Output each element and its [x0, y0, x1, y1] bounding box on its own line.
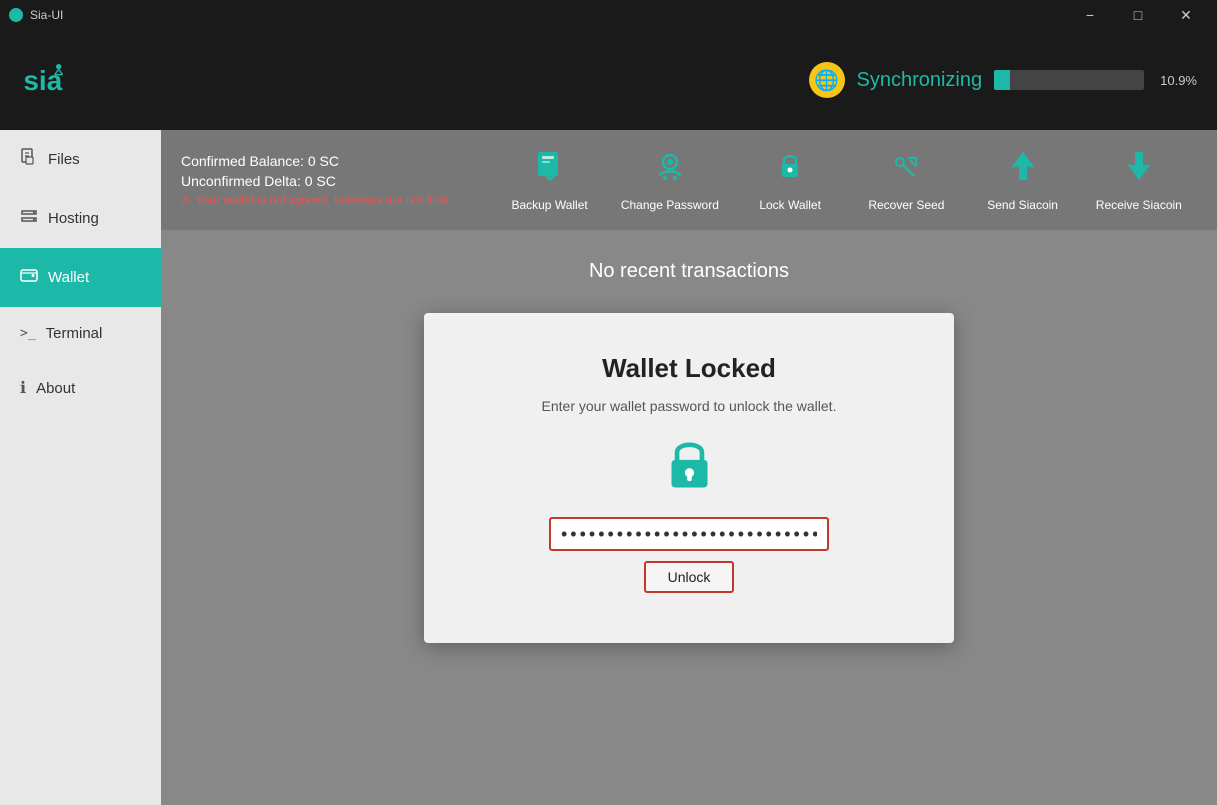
maximize-button[interactable]: □ [1115, 0, 1161, 30]
backup-wallet-label: Backup Wallet [511, 198, 587, 212]
backup-wallet-icon [532, 148, 568, 192]
sync-warning: ⚠ Your wallet is not synced, balances ar… [181, 193, 451, 207]
app-container: sia 🌐 Synchronizing 10.9% F [0, 30, 1217, 805]
send-siacoin-icon [1005, 148, 1041, 192]
about-label: About [36, 380, 75, 397]
locked-title: Wallet Locked [602, 353, 776, 384]
unlock-button[interactable]: Unlock [646, 563, 733, 591]
lock-icon-container [662, 434, 717, 499]
main-content: Confirmed Balance: 0 SC Unconfirmed Delt… [161, 130, 1217, 805]
sync-progress-bar [994, 70, 1144, 90]
wallet-label: Wallet [48, 269, 89, 286]
sync-progress-fill [994, 70, 1010, 90]
sync-area: 🌐 Synchronizing 10.9% [809, 62, 1198, 98]
lock-wallet-icon [772, 148, 808, 192]
sidebar-item-files[interactable]: Files [0, 130, 161, 189]
change-password-label: Change Password [621, 198, 719, 212]
sync-label: Synchronizing [857, 69, 983, 92]
backup-wallet-button[interactable]: Backup Wallet [505, 148, 595, 212]
warning-text: Your wallet is not synced, balances are … [196, 193, 452, 207]
unlock-btn-wrapper: Unlock [644, 561, 735, 593]
sidebar-item-terminal[interactable]: >_ Terminal [0, 307, 161, 360]
hosting-icon [20, 207, 38, 230]
lock-wallet-button[interactable]: Lock Wallet [745, 148, 835, 212]
window-controls: − □ ✕ [1067, 0, 1209, 30]
sia-logo: sia [20, 55, 100, 105]
send-siacoin-label: Send Siacoin [987, 198, 1058, 212]
locked-modal: Wallet Locked Enter your wallet password… [424, 313, 954, 643]
wallet-info: Confirmed Balance: 0 SC Unconfirmed Delt… [161, 130, 471, 230]
warning-icon: ⚠ [181, 193, 192, 207]
app-title: Sia-UI [30, 8, 1067, 22]
body-area: Files Hosting Wallet >_ Terminal ℹ Abo [0, 130, 1217, 805]
sidebar: Files Hosting Wallet >_ Terminal ℹ Abo [0, 130, 161, 805]
wallet-actions: Backup Wallet Change Password Lock Walle… [471, 130, 1217, 230]
recover-seed-label: Recover Seed [868, 198, 944, 212]
files-icon [20, 148, 38, 171]
lock-wallet-label: Lock Wallet [759, 198, 821, 212]
receive-siacoin-button[interactable]: Receive Siacoin [1094, 148, 1184, 212]
sidebar-item-wallet[interactable]: Wallet [0, 248, 161, 307]
confirmed-balance: Confirmed Balance: 0 SC [181, 153, 451, 169]
about-icon: ℹ [20, 378, 26, 398]
minimize-button[interactable]: − [1067, 0, 1113, 30]
locked-subtitle: Enter your wallet password to unlock the… [542, 398, 837, 414]
close-button[interactable]: ✕ [1163, 0, 1209, 30]
sidebar-item-about[interactable]: ℹ About [0, 360, 161, 416]
app-icon [8, 7, 24, 23]
topbar: sia 🌐 Synchronizing 10.9% [0, 30, 1217, 130]
wallet-icon [20, 266, 38, 289]
wallet-header: Confirmed Balance: 0 SC Unconfirmed Delt… [161, 130, 1217, 230]
unconfirmed-delta: Unconfirmed Delta: 0 SC [181, 173, 451, 189]
lock-large-icon [662, 434, 717, 494]
globe-icon: 🌐 [809, 62, 845, 98]
hosting-label: Hosting [48, 210, 99, 227]
terminal-label: Terminal [46, 325, 103, 342]
terminal-icon: >_ [20, 326, 36, 341]
svg-text:sia: sia [23, 65, 62, 96]
files-label: Files [48, 151, 80, 168]
receive-siacoin-icon [1121, 148, 1157, 192]
recover-seed-button[interactable]: Recover Seed [861, 148, 951, 212]
sia-logo-svg: sia [20, 55, 100, 105]
change-password-icon [652, 148, 688, 192]
recover-seed-icon [888, 148, 924, 192]
sync-percent: 10.9% [1160, 73, 1197, 88]
titlebar: Sia-UI − □ ✕ [0, 0, 1217, 30]
send-siacoin-button[interactable]: Send Siacoin [978, 148, 1068, 212]
change-password-button[interactable]: Change Password [621, 148, 719, 212]
no-transactions-label: No recent transactions [589, 260, 789, 283]
transactions-area: No recent transactions Wallet Locked Ent… [161, 230, 1217, 805]
password-input[interactable] [549, 517, 829, 551]
receive-siacoin-label: Receive Siacoin [1096, 198, 1182, 212]
sidebar-item-hosting[interactable]: Hosting [0, 189, 161, 248]
